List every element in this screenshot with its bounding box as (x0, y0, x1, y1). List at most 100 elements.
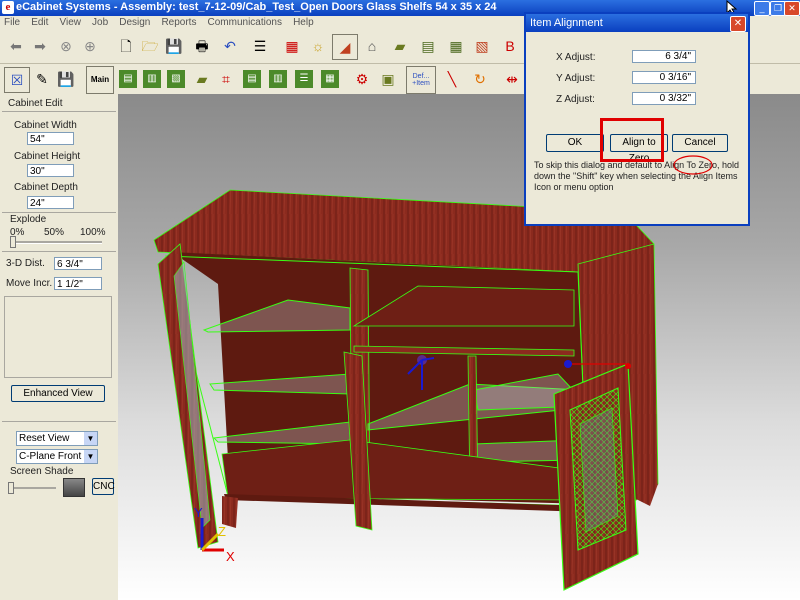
axis-x-label: X (226, 549, 235, 564)
profile-tool-icon[interactable]: ◢ (332, 34, 358, 60)
back-arrow-icon[interactable]: ⬅ (4, 34, 28, 58)
define-item-button[interactable]: Def... +Item (406, 66, 436, 94)
tall-cabinet-icon[interactable]: ▧ (164, 67, 188, 91)
chevron-down-icon: ▼ (84, 432, 97, 445)
cnc-button[interactable]: CNC (92, 478, 115, 495)
part-tool-icon[interactable]: ⌗ (214, 67, 238, 91)
light-icon[interactable]: ☼ (306, 34, 330, 58)
y-adjust-label: Y Adjust: (556, 73, 596, 84)
dialog-title: Item Alignment (526, 14, 748, 32)
cancel-button[interactable]: Cancel (672, 134, 728, 152)
cabinet-tool-icon[interactable]: ▦ (280, 34, 304, 58)
cabinet-height-field[interactable]: 30" (27, 164, 74, 177)
drawer-icon[interactable]: ▤ (240, 67, 264, 91)
explode-tick-100: 100% (80, 227, 106, 238)
cabinet-depth-field[interactable]: 24" (27, 196, 74, 209)
cabinet-width-label: Cabinet Width (14, 120, 77, 131)
preview-box (4, 296, 112, 378)
plane-select-value: C-Plane Front (19, 451, 82, 462)
explode-slider-thumb[interactable] (10, 236, 16, 248)
settings-sliders-icon[interactable]: ☰ (248, 34, 272, 58)
menu-communications[interactable]: Communications (204, 16, 286, 29)
drawer-glyph: ▤ (243, 70, 261, 88)
undo-icon[interactable]: ↶ (218, 34, 242, 58)
divider-icon[interactable]: ▦ (318, 67, 342, 91)
section-divider (2, 111, 116, 112)
cabinet-width-field[interactable]: 54" (27, 132, 74, 145)
dist-field[interactable]: 6 3/4" (54, 257, 102, 270)
screen-shade-label: Screen Shade (10, 466, 74, 477)
view-select[interactable]: Reset View ▼ (16, 431, 98, 446)
section-divider (2, 212, 116, 213)
arch-tool-icon[interactable]: ⌂ (360, 34, 384, 58)
tall-cabinet-glyph: ▧ (167, 70, 185, 88)
selection-handle[interactable] (625, 363, 631, 369)
selection-handle[interactable] (564, 360, 572, 368)
menu-job[interactable]: Job (88, 16, 112, 29)
app-logo-icon: e (2, 1, 14, 14)
main-label: Main (90, 75, 110, 84)
align-items-icon[interactable]: ⇹ (500, 67, 524, 91)
axis-z-label: Z (218, 524, 226, 539)
define-item-label: Def... +Item (412, 73, 430, 87)
forward-arrow-icon[interactable]: ➡ (28, 34, 52, 58)
divider-glyph: ▦ (321, 70, 339, 88)
save-item-icon[interactable]: 💾 (54, 67, 78, 91)
wall-cabinet-icon[interactable]: ▥ (140, 67, 164, 91)
menu-reports[interactable]: Reports (157, 16, 200, 29)
hardware-icon[interactable]: ▣ (376, 67, 400, 91)
menu-help[interactable]: Help (289, 16, 318, 29)
close-button[interactable]: ✕ (784, 1, 800, 16)
stop-icon[interactable]: ⊗ (54, 34, 78, 58)
move-incr-field[interactable]: 1 1/2" (54, 277, 102, 290)
base-cabinet-icon[interactable]: ▤ (116, 67, 140, 91)
machining-icon[interactable]: ⚙ (350, 67, 374, 91)
open-folder-icon[interactable]: 🗁 (138, 34, 162, 58)
panel-tool-icon[interactable]: ▰ (388, 34, 412, 58)
save-icon[interactable]: 💾 (162, 34, 186, 58)
cabinet-depth-label: Cabinet Depth (14, 182, 78, 193)
menu-design[interactable]: Design (115, 16, 154, 29)
report-icon[interactable]: ▤ (416, 34, 440, 58)
shelf-icon[interactable]: ☰ (292, 67, 316, 91)
chevron-down-icon: ▼ (84, 450, 97, 463)
shade-color-swatch[interactable] (63, 478, 85, 497)
section-divider (2, 251, 116, 252)
line-tool-icon[interactable]: ╲ (440, 67, 464, 91)
axis-y-label: Y (194, 505, 203, 520)
explode-slider-track[interactable] (10, 241, 102, 244)
refresh-icon[interactable]: ⊕ (78, 34, 102, 58)
cabinet-edit-panel: Cabinet Edit Cabinet Width 54" Cabinet H… (0, 94, 118, 600)
grid-report-icon[interactable]: ▦ (444, 34, 468, 58)
explode-label: Explode (10, 214, 47, 225)
countertop-icon[interactable]: ▰ (190, 67, 214, 91)
rotate-icon[interactable]: ↻ (468, 67, 492, 91)
print-icon[interactable]: 🖶 (190, 34, 214, 58)
panel-section-title: Cabinet Edit (8, 98, 63, 109)
bom-icon[interactable]: B (498, 34, 522, 58)
menu-file[interactable]: File (0, 16, 24, 29)
plane-select[interactable]: C-Plane Front ▼ (16, 449, 98, 464)
dialog-close-icon[interactable]: ✕ (730, 16, 746, 32)
z-adjust-field[interactable]: 0 3/32" (632, 92, 696, 105)
window-title: eCabinet Systems - Assembly: test_7-12-0… (16, 1, 497, 13)
main-button[interactable]: Main (86, 66, 114, 94)
x-adjust-field[interactable]: 6 3/4" (632, 50, 696, 63)
new-file-icon[interactable]: 🗋 (114, 34, 138, 58)
delete-item-icon[interactable]: ☒ (4, 67, 30, 93)
enhanced-view-button[interactable]: Enhanced View (11, 385, 105, 402)
callout-circle-annotation (673, 155, 713, 175)
door-icon[interactable]: ▥ (266, 67, 290, 91)
screen-shade-thumb[interactable] (8, 482, 14, 494)
door-glyph: ▥ (269, 70, 287, 88)
cabinet-height-label: Cabinet Height (14, 151, 81, 162)
minimize-button[interactable]: _ (754, 1, 770, 16)
dist-label: 3-D Dist. (6, 258, 45, 269)
ok-button[interactable]: OK (546, 134, 604, 152)
screen-shade-slider[interactable] (8, 487, 56, 489)
y-adjust-field[interactable]: 0 3/16" (632, 71, 696, 84)
edit-item-icon[interactable]: ✎ (30, 67, 54, 91)
menu-view[interactable]: View (55, 16, 85, 29)
menu-edit[interactable]: Edit (27, 16, 52, 29)
sheet-icon[interactable]: ▧ (470, 34, 494, 58)
